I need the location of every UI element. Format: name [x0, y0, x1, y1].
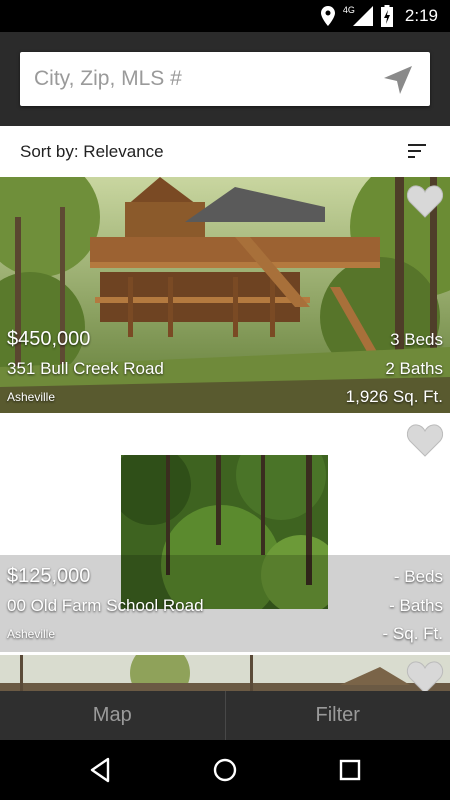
- listing-card[interactable]: $125,000 00 Old Farm School Road Ashevil…: [0, 416, 450, 652]
- listing-city: Asheville: [7, 627, 56, 641]
- location-pin-icon: [320, 6, 335, 26]
- status-time: 2:19: [404, 6, 438, 25]
- listing-price: $450,000: [7, 328, 91, 350]
- search-header: [0, 32, 450, 126]
- listing-card[interactable]: $450,000 351 Bull Creek Road Asheville 3…: [0, 177, 450, 413]
- sort-label[interactable]: Sort by: Relevance: [20, 142, 164, 162]
- listing-city: Asheville: [7, 390, 56, 404]
- status-bar: 4G 2:19: [0, 0, 450, 32]
- listing-sqft: - Sq. Ft.: [382, 624, 443, 643]
- heart-icon[interactable]: [406, 183, 444, 219]
- sort-bar: Sort by: Relevance: [0, 126, 450, 177]
- filter-tab[interactable]: Filter: [226, 691, 450, 740]
- listing-beds: 3 Beds: [390, 330, 443, 349]
- heart-icon[interactable]: [406, 422, 444, 458]
- listing-beds: - Beds: [393, 567, 443, 586]
- search-box: [20, 52, 430, 106]
- system-nav-bar: [0, 740, 450, 800]
- bottom-tab-bar: Map Filter: [0, 691, 450, 740]
- heart-icon[interactable]: [406, 659, 444, 691]
- back-icon[interactable]: [86, 756, 114, 784]
- network-type: 4G: [342, 5, 355, 15]
- listing-baths: 2 Baths: [385, 359, 443, 378]
- sort-lines-icon[interactable]: [408, 143, 428, 159]
- listing-address: 351 Bull Creek Road: [7, 359, 164, 378]
- search-input[interactable]: [34, 52, 364, 106]
- listing-sqft: 1,926 Sq. Ft.: [345, 387, 443, 406]
- battery-icon: [380, 5, 393, 27]
- recents-icon[interactable]: [336, 756, 364, 784]
- listing-baths: - Baths: [389, 596, 443, 615]
- signal-icon: [352, 6, 373, 26]
- map-tab[interactable]: Map: [0, 691, 225, 740]
- home-icon[interactable]: [211, 756, 239, 784]
- listing-card[interactable]: [0, 655, 450, 691]
- listing-address: 00 Old Farm School Road: [7, 596, 204, 615]
- locate-arrow-icon[interactable]: [382, 64, 414, 96]
- listing-photo: [0, 655, 450, 691]
- listing-price: $125,000: [7, 565, 91, 587]
